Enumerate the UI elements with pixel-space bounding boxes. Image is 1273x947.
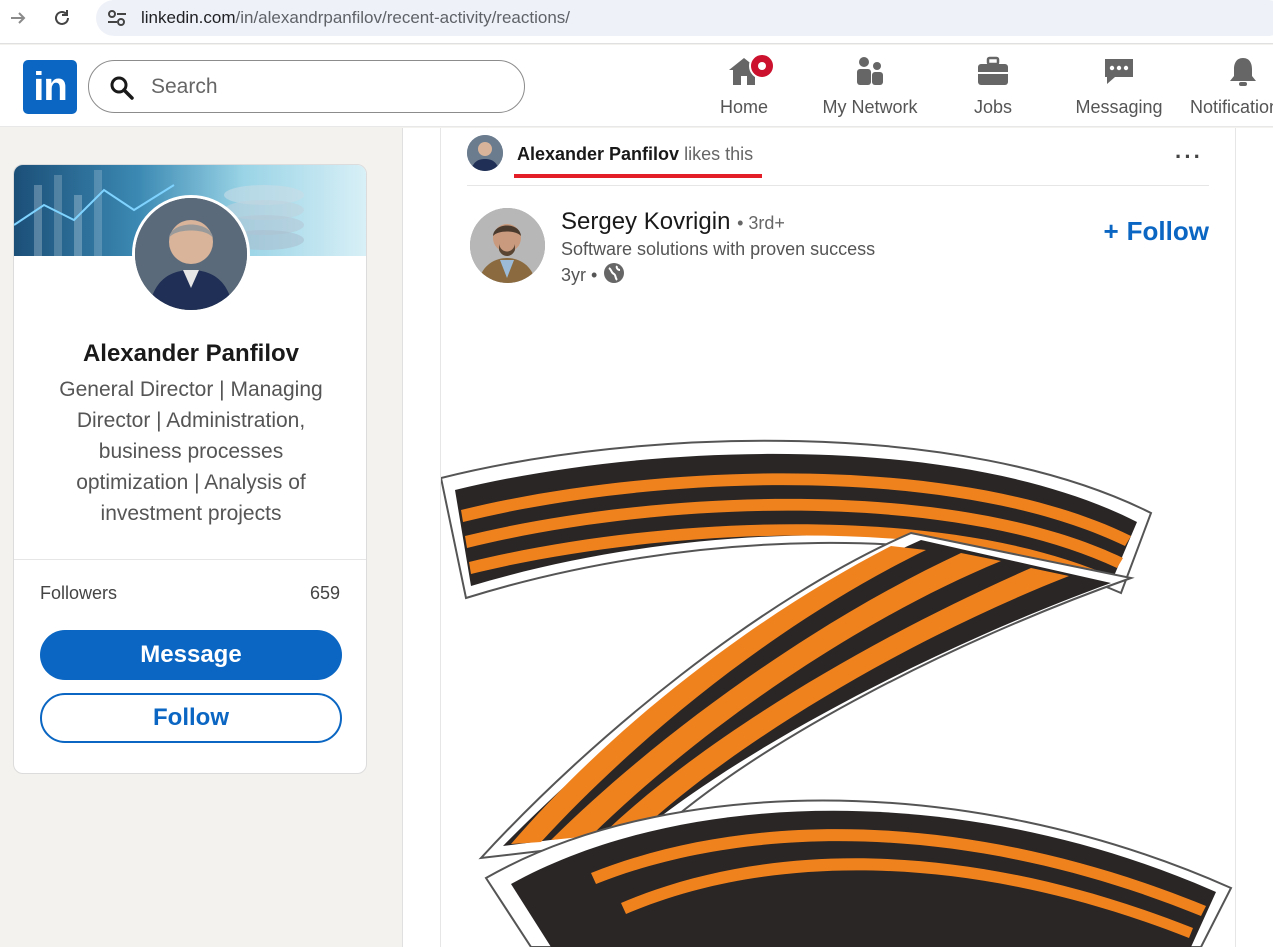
activity-header: Alexander Panfilov likes this ··· (467, 134, 1209, 186)
linkedin-header: in Home My Network Jobs (0, 45, 1273, 127)
site-settings-icon[interactable] (106, 8, 128, 33)
linkedin-logo[interactable]: in (23, 60, 77, 114)
network-icon (853, 55, 887, 92)
activity-text: Alexander Panfilov likes this (517, 144, 753, 165)
feed-column: Alexander Panfilov likes this ··· Sergey… (402, 128, 1273, 947)
nav-my-network[interactable]: My Network (815, 53, 925, 123)
profile-card: Alexander Panfilov General Director | Ma… (13, 164, 367, 774)
author-avatar[interactable] (470, 208, 545, 283)
actor-name[interactable]: Alexander Panfilov (517, 144, 679, 164)
search-input[interactable] (151, 73, 501, 101)
message-button[interactable]: Message (40, 630, 342, 680)
reload-icon[interactable] (48, 4, 76, 32)
search-box[interactable] (88, 60, 525, 113)
highlight-underline (514, 174, 762, 178)
author-name-text[interactable]: Sergey Kovrigin (561, 208, 730, 235)
nav-messaging[interactable]: Messaging (1070, 53, 1168, 123)
nav-label-home: Home (719, 97, 768, 117)
more-options-icon[interactable]: ··· (1175, 144, 1203, 170)
post-time: 3yr • (561, 265, 598, 285)
browser-toolbar: linkedin.com/in/alexandrpanfilov/recent-… (0, 0, 1273, 44)
actor-avatar[interactable] (467, 135, 503, 171)
profile-name[interactable]: Alexander Panfilov (14, 340, 366, 368)
url-host: linkedin.com (141, 8, 236, 27)
profile-headline: General Director | Managing Director | A… (59, 378, 323, 525)
bell-icon (1226, 55, 1260, 92)
nav-label-messaging: Messaging (1075, 97, 1163, 117)
post-meta: 3yr • (561, 262, 625, 289)
nav-home[interactable]: Home (705, 53, 783, 123)
url-text: linkedin.com/in/alexandrpanfilov/recent-… (141, 8, 570, 28)
follow-author-button[interactable]: + Follow (1103, 216, 1209, 247)
post-card: Alexander Panfilov likes this ··· Sergey… (440, 128, 1236, 947)
followers-label: Followers (40, 583, 118, 603)
divider (14, 559, 366, 560)
author-headline: Software solutions with proven success (561, 239, 876, 259)
url-path: /in/alexandrpanfilov/recent-activity/rea… (235, 8, 571, 27)
activity-verb: likes this (684, 144, 754, 164)
nav-label-notifications: Notifications (1190, 97, 1273, 117)
address-bar[interactable]: linkedin.com/in/alexandrpanfilov/recent-… (96, 0, 1273, 36)
follow-profile-button[interactable]: Follow (40, 693, 342, 743)
follow-author-label: Follow (1126, 216, 1209, 246)
nav-label-my-network: My Network (822, 97, 918, 117)
profile-avatar[interactable] (132, 195, 250, 313)
notification-badge (749, 53, 775, 79)
search-icon (109, 75, 135, 106)
briefcase-icon (976, 55, 1010, 92)
nav-notifications[interactable]: Notifications (1190, 53, 1273, 123)
chat-icon (1101, 55, 1137, 92)
globe-icon (603, 262, 625, 289)
author-degree: • 3rd+ (737, 213, 785, 233)
plus-icon: + (1103, 216, 1119, 246)
post-image[interactable] (441, 418, 1235, 947)
nav-label-jobs: Jobs (973, 97, 1013, 117)
author-name[interactable]: Sergey Kovrigin • 3rd+ (561, 208, 785, 236)
followers-count: 659 (309, 583, 340, 603)
back-arrow-icon[interactable] (4, 4, 32, 32)
nav-jobs[interactable]: Jobs (960, 53, 1026, 123)
